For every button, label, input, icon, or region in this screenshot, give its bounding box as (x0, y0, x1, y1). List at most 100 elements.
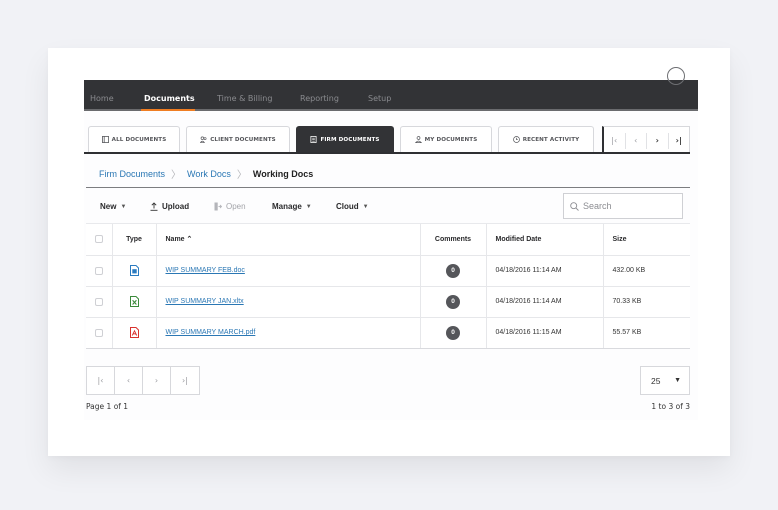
tab-recent-activity[interactable]: RECENT ACTIVITY (498, 126, 594, 152)
next-page-button[interactable]: › (143, 367, 171, 394)
open-icon (214, 202, 222, 211)
upload-label: Upload (162, 202, 190, 211)
row-select-cell (86, 286, 113, 318)
breadcrumb-separator: 〉 (171, 170, 182, 181)
pdf-file-icon (129, 327, 139, 338)
clock-icon (512, 136, 520, 143)
nav-setup[interactable]: Setup (368, 94, 391, 103)
caret-down-icon: ▼ (362, 203, 369, 210)
tab-client-documents[interactable]: CLIENT DOCUMENTS (186, 126, 290, 152)
first-page-button[interactable]: |‹ (87, 367, 115, 394)
tab-first-button[interactable]: |‹ (604, 132, 626, 149)
tab-firm-documents[interactable]: FIRM DOCUMENTS (296, 126, 394, 152)
page-size-select[interactable]: 25 ▼ (640, 366, 690, 395)
column-header-name[interactable]: Name ⌃ (156, 224, 421, 256)
nav-reporting[interactable]: Reporting (300, 94, 339, 103)
name-cell: WIP SUMMARY JAN.xltx (156, 286, 421, 318)
tab-prev-button[interactable]: ‹ (626, 132, 647, 149)
type-cell (112, 286, 157, 318)
file-link[interactable]: WIP SUMMARY JAN.xltx (166, 298, 244, 305)
upload-button[interactable]: Upload (150, 202, 189, 211)
word-file-icon (129, 265, 139, 276)
excel-file-icon (129, 296, 139, 307)
grid-toolbar: New ▼ Upload Open Manage ▼ Cloud ▼ (86, 188, 690, 224)
open-label: Open (226, 202, 246, 211)
tabs-divider (84, 152, 690, 154)
documents-grid: New ▼ Upload Open Manage ▼ Cloud ▼ Searc… (86, 187, 690, 349)
upload-icon (150, 202, 158, 211)
clients-icon (200, 136, 207, 143)
new-label: New (100, 202, 117, 211)
row-select-cell (86, 317, 113, 349)
tab-next-button[interactable]: › (647, 132, 669, 149)
size-cell: 70.33 KB (603, 286, 690, 318)
comments-badge[interactable]: 0 (446, 325, 460, 340)
breadcrumb-current: Working Docs (252, 168, 314, 179)
breadcrumb-work-docs[interactable]: Work Docs (187, 169, 231, 179)
tab-my-documents[interactable]: MY DOCUMENTS (400, 126, 492, 152)
manage-dropdown[interactable]: Manage ▼ (272, 202, 312, 211)
open-button[interactable]: Open (214, 202, 246, 211)
page-size-value: 25 (651, 375, 661, 386)
modified-date-cell: 04/18/2016 11:15 AM (486, 317, 604, 349)
table-row[interactable]: WIP SUMMARY JAN.xltx 0 04/18/2016 11:14 … (86, 286, 690, 318)
table-header-row: Type Name ⌃ Comments Modified Date Size (86, 224, 690, 256)
file-link[interactable]: WIP SUMMARY FEB.doc (166, 267, 245, 274)
tab-last-button[interactable]: ›| (669, 133, 690, 149)
cloud-dropdown[interactable]: Cloud ▼ (336, 202, 369, 211)
comments-cell: 0 (420, 317, 487, 349)
select-all-cell (86, 224, 113, 256)
type-cell (112, 255, 157, 287)
type-cell (112, 317, 157, 349)
row-checkbox[interactable] (94, 297, 103, 306)
column-header-modified-date[interactable]: Modified Date (486, 224, 604, 256)
row-checkbox[interactable] (94, 266, 103, 275)
caret-down-icon: ▼ (120, 203, 127, 210)
nav-home[interactable]: Home (90, 94, 114, 103)
caret-down-icon: ▼ (305, 203, 312, 210)
cloud-label: Cloud (336, 202, 359, 211)
comments-cell: 0 (420, 286, 487, 318)
documents-icon (101, 136, 109, 143)
search-input[interactable] (583, 201, 673, 211)
breadcrumb: Firm Documents 〉 Work Docs 〉 Working Doc… (99, 166, 314, 182)
building-icon (310, 136, 317, 143)
tab-all-documents[interactable]: ALL DOCUMENTS (88, 126, 180, 152)
caret-down-icon: ▼ (674, 377, 681, 384)
comments-cell: 0 (420, 255, 487, 287)
manage-label: Manage (272, 202, 302, 211)
tab-label: FIRM DOCUMENTS (320, 136, 380, 143)
user-icon (414, 136, 422, 143)
range-info: 1 to 3 of 3 (651, 402, 690, 411)
column-header-size[interactable]: Size (603, 224, 690, 256)
comments-badge[interactable]: 0 (446, 294, 460, 309)
tab-label: RECENT ACTIVITY (522, 136, 580, 143)
grid-pager: |‹ ‹ › ›| (86, 366, 200, 395)
tab-label: ALL DOCUMENTS (111, 136, 167, 143)
table-row[interactable]: WIP SUMMARY MARCH.pdf 0 04/18/2016 11:15… (86, 317, 690, 349)
page-info: Page 1 of 1 (86, 402, 129, 411)
select-all-checkbox[interactable] (94, 235, 103, 244)
prev-page-button[interactable]: ‹ (115, 367, 143, 394)
new-dropdown[interactable]: New ▼ (100, 202, 126, 211)
breadcrumb-firm-documents[interactable]: Firm Documents (99, 169, 165, 179)
name-cell: WIP SUMMARY FEB.doc (156, 255, 421, 287)
search-icon (570, 201, 579, 211)
active-nav-indicator (141, 109, 195, 111)
tab-label: MY DOCUMENTS (424, 136, 478, 143)
last-page-button[interactable]: ›| (171, 367, 199, 394)
nav-documents[interactable]: Documents (144, 94, 195, 103)
tab-label: CLIENT DOCUMENTS (210, 136, 276, 143)
column-header-comments[interactable]: Comments (420, 224, 487, 256)
top-navigation: Home Documents Time & Billing Reporting … (84, 67, 698, 111)
column-header-type[interactable]: Type (112, 224, 157, 256)
breadcrumb-separator: 〉 (236, 170, 247, 181)
user-avatar[interactable] (667, 67, 685, 85)
comments-badge[interactable]: 0 (446, 263, 460, 278)
document-manager-app: Home Documents Time & Billing Reporting … (84, 67, 698, 420)
modified-date-cell: 04/18/2016 11:14 AM (486, 255, 604, 287)
nav-time-billing[interactable]: Time & Billing (217, 94, 272, 103)
file-link[interactable]: WIP SUMMARY MARCH.pdf (166, 329, 256, 336)
row-checkbox[interactable] (94, 328, 103, 337)
table-row[interactable]: WIP SUMMARY FEB.doc 0 04/18/2016 11:14 A… (86, 255, 690, 287)
